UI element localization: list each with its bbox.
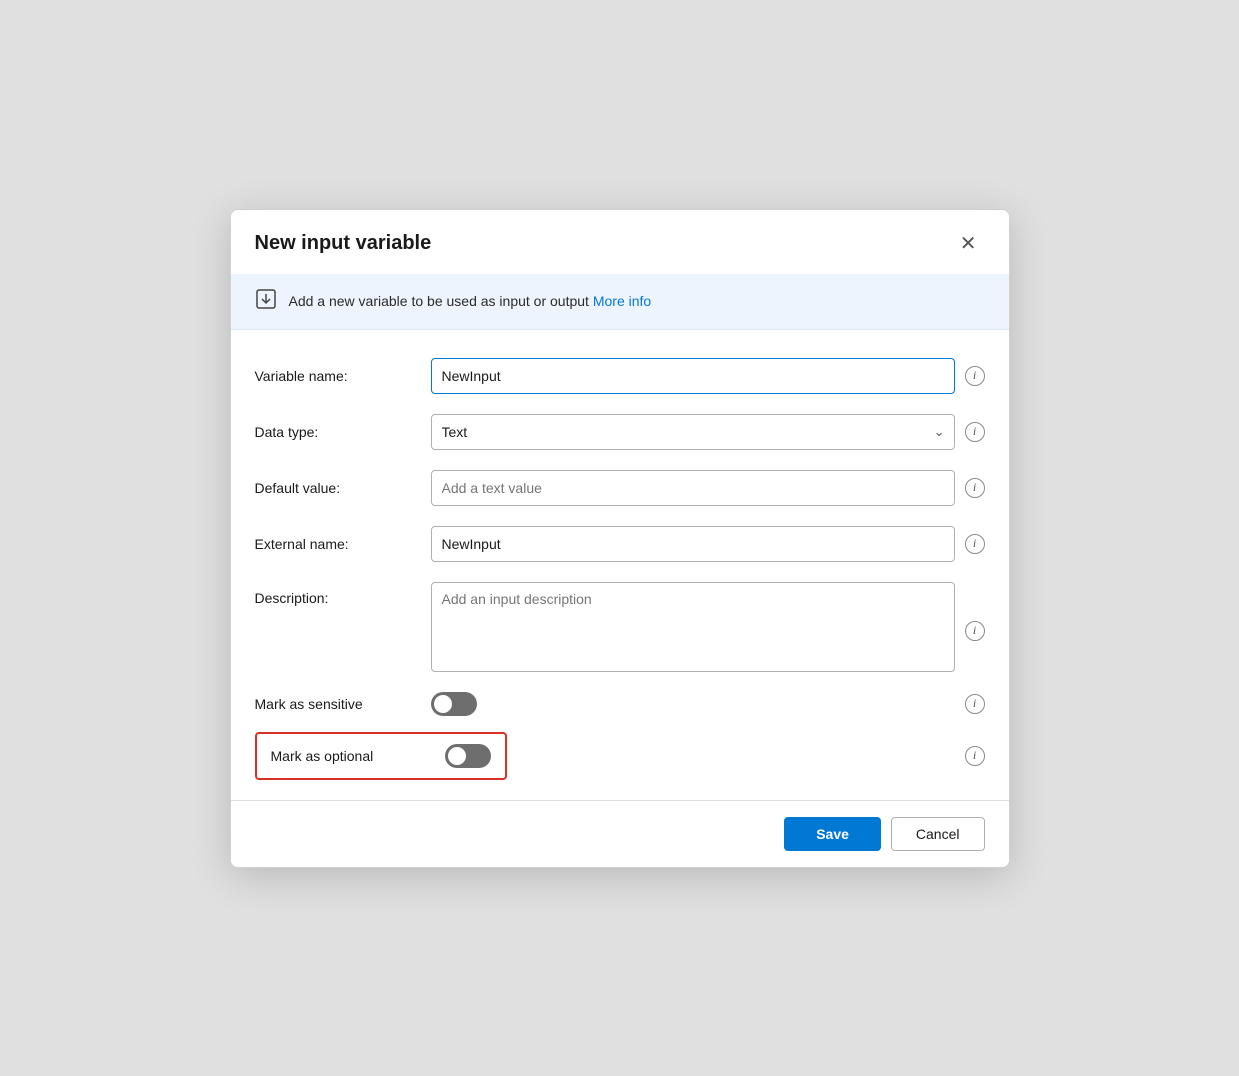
variable-name-info-icon: i [965, 366, 985, 386]
description-input[interactable] [431, 582, 955, 672]
mark-sensitive-row: Mark as sensitive i [255, 692, 985, 716]
banner-text: Add a new variable to be used as input o… [289, 293, 652, 309]
variable-name-field-wrap: i [431, 358, 985, 394]
mark-optional-slider [445, 744, 491, 768]
info-banner: Add a new variable to be used as input o… [231, 274, 1009, 330]
mark-sensitive-label: Mark as sensitive [255, 696, 415, 712]
data-type-field-wrap: Text Number Boolean List Datetime ⌄ i [431, 414, 985, 450]
data-type-select-wrap: Text Number Boolean List Datetime ⌄ [431, 414, 955, 450]
default-value-row: Default value: i [255, 470, 985, 506]
external-name-row: External name: i [255, 526, 985, 562]
dialog-body: Variable name: i Data type: Text Number … [231, 330, 1009, 800]
external-name-field-wrap: i [431, 526, 985, 562]
new-input-variable-dialog: New input variable ✕ Add a new variable … [230, 209, 1010, 868]
cancel-button[interactable]: Cancel [891, 817, 985, 851]
save-button[interactable]: Save [784, 817, 881, 851]
variable-name-label: Variable name: [255, 368, 415, 384]
variable-name-row: Variable name: i [255, 358, 985, 394]
default-value-field-wrap: i [431, 470, 985, 506]
dialog-header: New input variable ✕ [231, 210, 1009, 274]
download-icon [255, 288, 277, 315]
data-type-info-icon: i [965, 422, 985, 442]
mark-optional-label: Mark as optional [271, 748, 431, 764]
description-label: Description: [255, 582, 415, 606]
mark-optional-row: Mark as optional i [255, 732, 985, 780]
mark-sensitive-field-wrap: i [431, 692, 985, 716]
dialog-footer: Save Cancel [231, 800, 1009, 867]
description-field-wrap: i [431, 582, 985, 672]
close-button[interactable]: ✕ [952, 230, 985, 258]
mark-sensitive-toggle[interactable] [431, 692, 477, 716]
description-info-icon: i [965, 621, 985, 641]
mark-optional-toggle[interactable] [445, 744, 491, 768]
mark-sensitive-info-icon: i [965, 694, 985, 714]
data-type-label: Data type: [255, 424, 415, 440]
external-name-input[interactable] [431, 526, 955, 562]
mark-optional-highlight: Mark as optional [255, 732, 507, 780]
default-value-label: Default value: [255, 480, 415, 496]
mark-optional-info-icon: i [965, 746, 985, 766]
default-value-input[interactable] [431, 470, 955, 506]
external-name-label: External name: [255, 536, 415, 552]
description-row: Description: i [255, 582, 985, 672]
mark-sensitive-slider [431, 692, 477, 716]
default-value-info-icon: i [965, 478, 985, 498]
dialog-title: New input variable [255, 232, 432, 255]
data-type-row: Data type: Text Number Boolean List Date… [255, 414, 985, 450]
more-info-link[interactable]: More info [593, 293, 651, 309]
variable-name-input[interactable] [431, 358, 955, 394]
data-type-select[interactable]: Text Number Boolean List Datetime [431, 414, 955, 450]
external-name-info-icon: i [965, 534, 985, 554]
